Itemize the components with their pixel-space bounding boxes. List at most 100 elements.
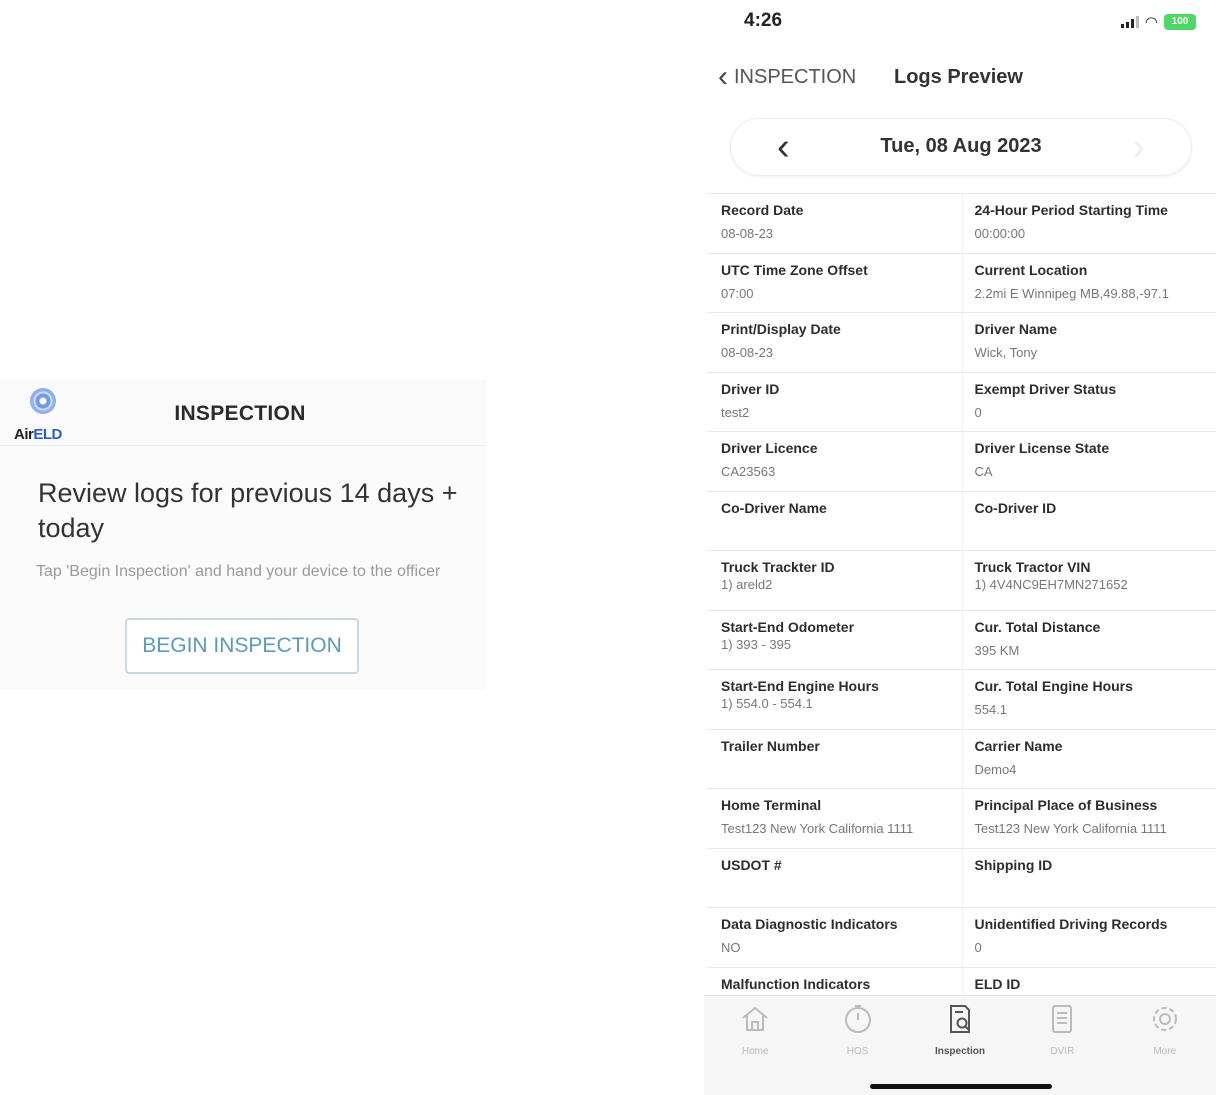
inspection-icon (949, 1005, 970, 1033)
field-value: 2.2mi E Winnipeg MB,49.88,-97.1 (974, 285, 1169, 301)
screen-title: Logs Preview (894, 66, 1023, 88)
field-value: 08-08-23 (721, 226, 774, 241)
back-label: INSPECTION (734, 65, 857, 88)
field-value: Demo4 (974, 761, 1017, 777)
home-icon (742, 1006, 768, 1031)
logo-mark-icon (30, 388, 56, 414)
field-utc-offset: UTC Time Zone Offset 07:00 (707, 254, 962, 313)
field-value: 0 (974, 940, 982, 955)
field-driver-id: Driver ID test2 (707, 373, 962, 432)
grid-row: Data Diagnostic Indicators NO Unidentifie… (707, 908, 1216, 968)
field-value: CA23563 (721, 464, 776, 479)
field-value: Test123 New York California 1111 (721, 821, 914, 836)
begin-inspection-button[interactable]: BEGIN INSPECTION (125, 618, 359, 674)
clock-icon (844, 1005, 871, 1033)
field-label: UTC Time Zone Offset (721, 261, 868, 278)
next-day-button[interactable]: › (1132, 125, 1145, 169)
field-value: NO (721, 940, 741, 955)
tab-more[interactable]: More (1120, 1002, 1210, 1057)
grid-row: Truck Trackter ID 1) areld2 Truck Tractor… (707, 551, 1216, 611)
field-label: Driver Name (974, 321, 1058, 337)
field-usdot: USDOT # (707, 849, 962, 908)
tab-home[interactable]: Home (710, 1002, 800, 1057)
field-label: Malfunction Indicators (721, 975, 871, 992)
tab-label: HOS (846, 1046, 869, 1057)
field-label: Start-End Odometer (721, 618, 855, 635)
field-value (721, 762, 962, 778)
tab-hos[interactable]: HOS (813, 1002, 903, 1057)
field-label: Cur. Total Distance (974, 618, 1101, 635)
field-label: Start-End Engine Hours (721, 678, 879, 694)
field-label: Driver License State (974, 440, 1110, 456)
field-value (721, 524, 962, 540)
grid-row: Home Terminal Test123 New York California… (707, 789, 1216, 849)
logo-text: AirELD (14, 426, 62, 443)
field-engine-hours: Start-End Engine Hours 1) 554.0 - 554.1 (707, 670, 962, 729)
battery-icon: 100 (1164, 14, 1196, 30)
chevron-left-icon: ‹ (718, 60, 728, 93)
logo-text-eld: ELD (33, 426, 62, 443)
tab-dvir[interactable]: DVIR (1017, 1002, 1107, 1057)
tab-inspection[interactable]: Inspection (915, 1002, 1005, 1057)
field-total-engine-hours: Cur. Total Engine Hours 554.1 (961, 670, 1216, 729)
date-selector: ‹ Tue, 08 Aug 2023 › (730, 118, 1192, 176)
field-label: Shipping ID (974, 856, 1053, 873)
field-current-location: Current Location 2.2mi E Winnipeg MB,49.8… (961, 253, 1216, 312)
field-value (721, 881, 962, 897)
field-truck-tractor-id: Truck Trackter ID 1) areld2 (707, 551, 962, 610)
field-trailer-number: Trailer Number (707, 730, 962, 789)
logo-text-air: Air (14, 426, 34, 443)
field-label: ELD ID (974, 975, 1021, 992)
tab-label: Home (741, 1046, 769, 1057)
tab-label: DVIR (1050, 1046, 1075, 1057)
field-value: 1) 4V4NC9EH7MN271652 (974, 577, 1128, 592)
log-header-grid: Record Date 08-08-23 24-Hour Period Start… (707, 193, 1216, 1027)
back-button[interactable]: ‹ INSPECTION (718, 62, 856, 92)
inspection-start-screen: AirELD INSPECTION Review logs for previo… (0, 380, 486, 690)
field-co-driver-id: Co-Driver ID (961, 491, 1216, 550)
field-value: Test123 New York California 1111 (974, 821, 1167, 836)
field-value: 1) 393 - 395 (721, 636, 792, 652)
field-value: 08-08-23 (721, 345, 774, 360)
field-home-terminal: Home Terminal Test123 New York California… (707, 789, 962, 848)
field-value (975, 524, 1216, 540)
grid-row: Driver Licence CA23563 Driver License Sta… (707, 432, 1216, 492)
grid-row: UTC Time Zone Offset 07:00 Current Locati… (707, 253, 1216, 313)
tab-label: More (1153, 1046, 1177, 1057)
air-eld-logo: AirELD (12, 388, 76, 443)
field-record-date: Record Date 08-08-23 (707, 194, 962, 253)
field-label: USDOT # (721, 856, 782, 873)
field-label: Truck Tractor VIN (974, 559, 1091, 575)
grid-row: Print/Display Date 08-08-23 Driver Name Wi… (707, 313, 1216, 373)
field-label: Carrier Name (974, 737, 1063, 754)
field-label: Principal Place of Business (974, 797, 1158, 813)
grid-row: USDOT # Shipping ID (707, 848, 1216, 908)
field-unidentified-records: Unidentified Driving Records 0 (961, 908, 1216, 967)
field-diagnostic-indicators: Data Diagnostic Indicators NO (707, 908, 962, 967)
inspection-hint: Tap 'Begin Inspection' and hand your dev… (36, 563, 441, 580)
grid-row: Start-End Engine Hours 1) 554.0 - 554.1 C… (707, 670, 1216, 730)
tab-label: Inspection (934, 1046, 985, 1057)
field-principal-place: Principal Place of Business Test123 New Y… (961, 789, 1216, 848)
field-shipping-id: Shipping ID (961, 848, 1216, 907)
field-label: Truck Trackter ID (721, 559, 835, 575)
page-title: INSPECTION (174, 402, 306, 425)
field-label: Driver ID (721, 380, 780, 397)
logs-preview-screen: 4:26 ◠ 100 ‹ INSPECTION Logs Preview ‹ T… (704, 0, 1216, 1095)
field-value: 00:00:00 (974, 226, 1026, 241)
field-label: Driver Licence (721, 440, 818, 456)
field-label: Co-Driver Name (721, 499, 827, 516)
field-label: Exempt Driver Status (974, 380, 1117, 397)
inspection-header: AirELD INSPECTION (0, 380, 486, 446)
field-driver-name: Driver Name Wick, Tony (961, 313, 1216, 372)
field-label: Record Date (721, 202, 804, 218)
field-label: Trailer Number (721, 737, 820, 754)
home-indicator (870, 1084, 1052, 1089)
field-label: Cur. Total Engine Hours (974, 678, 1133, 694)
field-truck-tractor-vin: Truck Tractor VIN 1) 4V4NC9EH7MN271652 (961, 551, 1216, 610)
current-date: Tue, 08 Aug 2023 (880, 135, 1042, 157)
field-label: Print/Display Date (721, 321, 841, 337)
field-label: Data Diagnostic Indicators (721, 916, 898, 932)
field-value (975, 881, 1216, 897)
field-label: Unidentified Driving Records (974, 916, 1168, 932)
